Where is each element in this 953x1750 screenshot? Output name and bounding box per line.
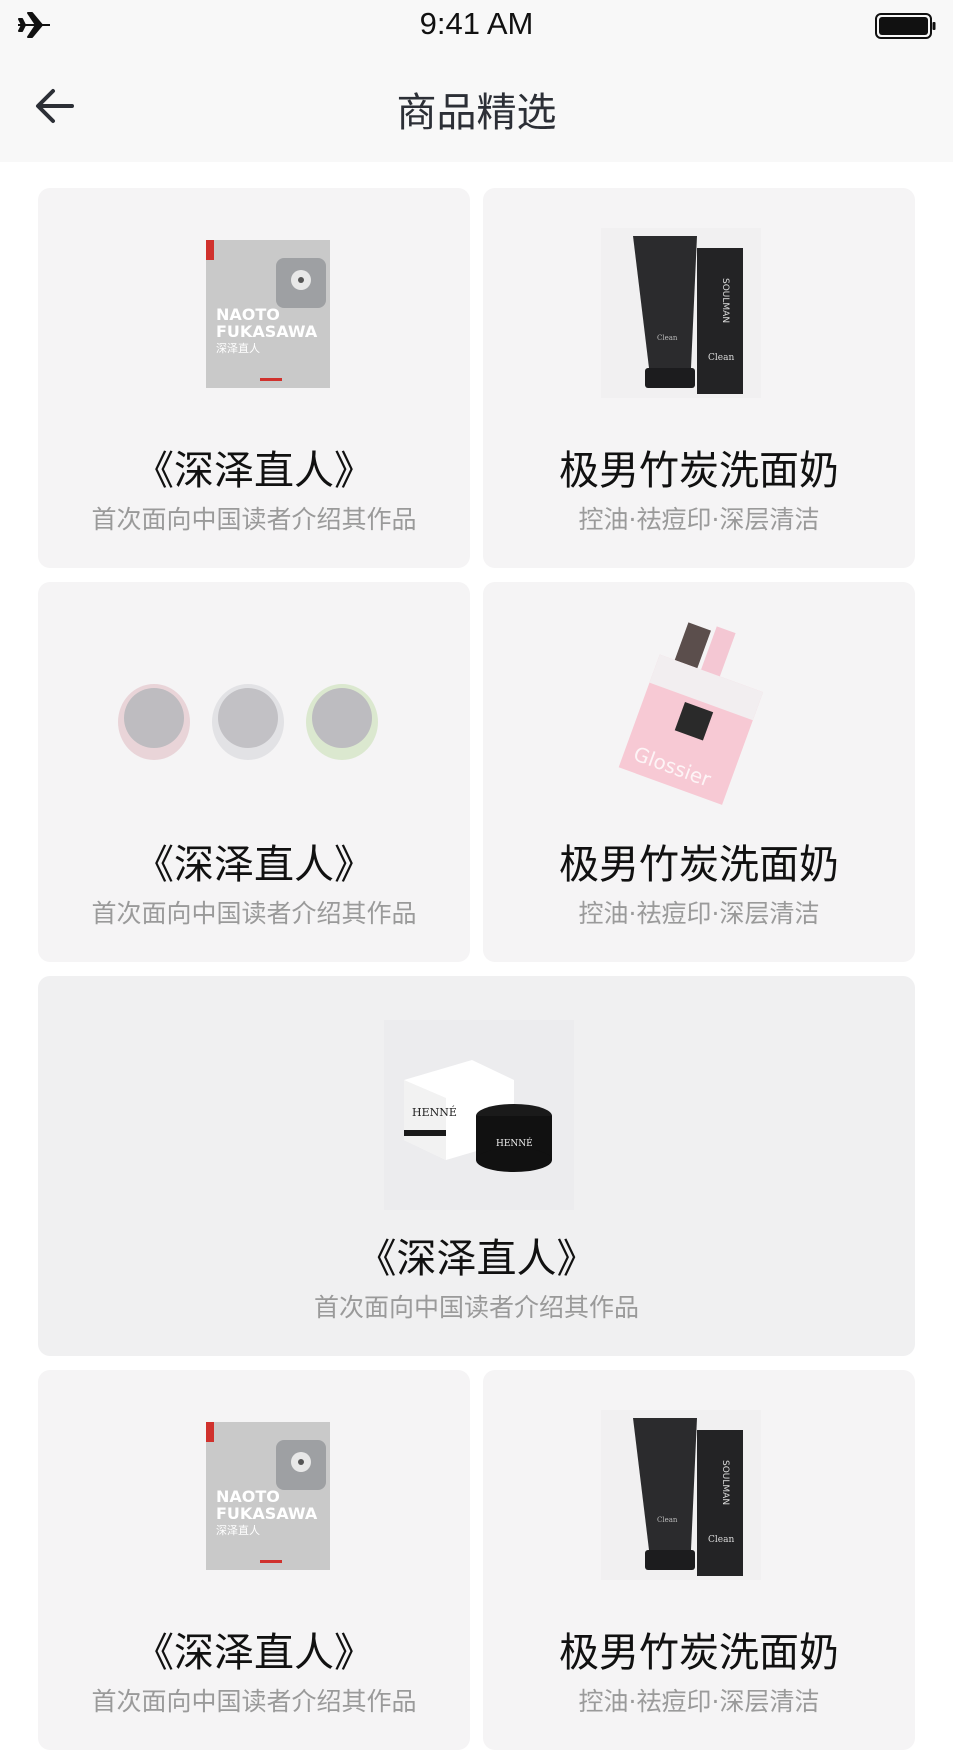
henne-jar-image: HENNÉ HENNÉ: [384, 1020, 574, 1210]
book-title-line-2: FUKASAWA: [216, 322, 318, 341]
brand-name: HENNÉ: [412, 1105, 457, 1119]
cleanser-tube-image: SOULMAN Clean Clean: [601, 1410, 761, 1580]
product-card[interactable]: NAOTO FUKASAWA 深泽直人 《深泽直人》 首次面向中国读者介绍其作品: [38, 188, 470, 568]
status-time: 9:41 AM: [419, 6, 534, 41]
product-card[interactable]: Glossier 极男竹炭洗面奶 控油·祛痘印·深层清洁: [483, 582, 915, 962]
product-card-wide[interactable]: HENNÉ HENNÉ 《深泽直人》 首次面向中国读者介绍其作品: [38, 976, 915, 1356]
product-subtitle: 控油·祛痘印·深层清洁: [578, 505, 820, 534]
product-title: 极男竹炭洗面奶: [559, 1630, 839, 1676]
product-title: 极男竹炭洗面奶: [559, 842, 839, 888]
book-cover-image: NAOTO FUKASAWA 深泽直人: [206, 1422, 330, 1570]
product-title: 《深泽直人》: [134, 448, 374, 494]
book-title-cn: 深泽直人: [216, 1523, 260, 1537]
book-title-cn: 深泽直人: [216, 341, 260, 355]
product-subtitle: 首次面向中国读者介绍其作品: [91, 899, 417, 928]
product-subtitle: 控油·祛痘印·深层清洁: [578, 1687, 820, 1716]
box-word: Clean: [708, 353, 734, 363]
box-brand: SOULMAN: [720, 278, 730, 323]
product-card[interactable]: NAOTO FUKASAWA 深泽直人 《深泽直人》 首次面向中国读者介绍其作品: [38, 1370, 470, 1750]
box-brand: SOULMAN: [720, 1460, 730, 1505]
product-subtitle: 首次面向中国读者介绍其作品: [313, 1293, 639, 1322]
battery-icon: [875, 13, 936, 39]
box-word: Clean: [708, 1535, 734, 1545]
svg-text:HENNÉ: HENNÉ: [496, 1137, 533, 1149]
product-subtitle: 首次面向中国读者介绍其作品: [91, 505, 417, 534]
product-title: 《深泽直人》: [356, 1236, 597, 1282]
cleanser-tube-image: SOULMAN Clean Clean: [601, 228, 761, 398]
product-subtitle: 控油·祛痘印·深层清洁: [578, 899, 820, 928]
product-card[interactable]: 《深泽直人》 首次面向中国读者介绍其作品: [38, 582, 470, 962]
page-title: 商品精选: [396, 90, 557, 136]
svg-text:Clean: Clean: [657, 1516, 678, 1524]
book-cover-image: NAOTO FUKASAWA 深泽直人: [206, 240, 330, 388]
pink-package-image: Glossier: [618, 622, 764, 805]
status-bar: 9:41 AM: [0, 0, 953, 52]
svg-text:Clean: Clean: [657, 334, 678, 342]
product-title: 极男竹炭洗面奶: [559, 448, 839, 494]
product-subtitle: 首次面向中国读者介绍其作品: [91, 1687, 417, 1716]
product-card[interactable]: SOULMAN Clean Clean 极男竹炭洗面奶 控油·祛痘印·深层清洁: [483, 1370, 915, 1750]
product-card[interactable]: SOULMAN Clean Clean 极男竹炭洗面奶 控油·祛痘印·深层清洁: [483, 188, 915, 568]
book-title-line-2: FUKASAWA: [216, 1504, 318, 1523]
three-jars-image: [118, 684, 378, 760]
nav-bar: 商品精选: [0, 52, 953, 162]
product-title: 《深泽直人》: [134, 842, 374, 888]
product-title: 《深泽直人》: [134, 1630, 374, 1676]
